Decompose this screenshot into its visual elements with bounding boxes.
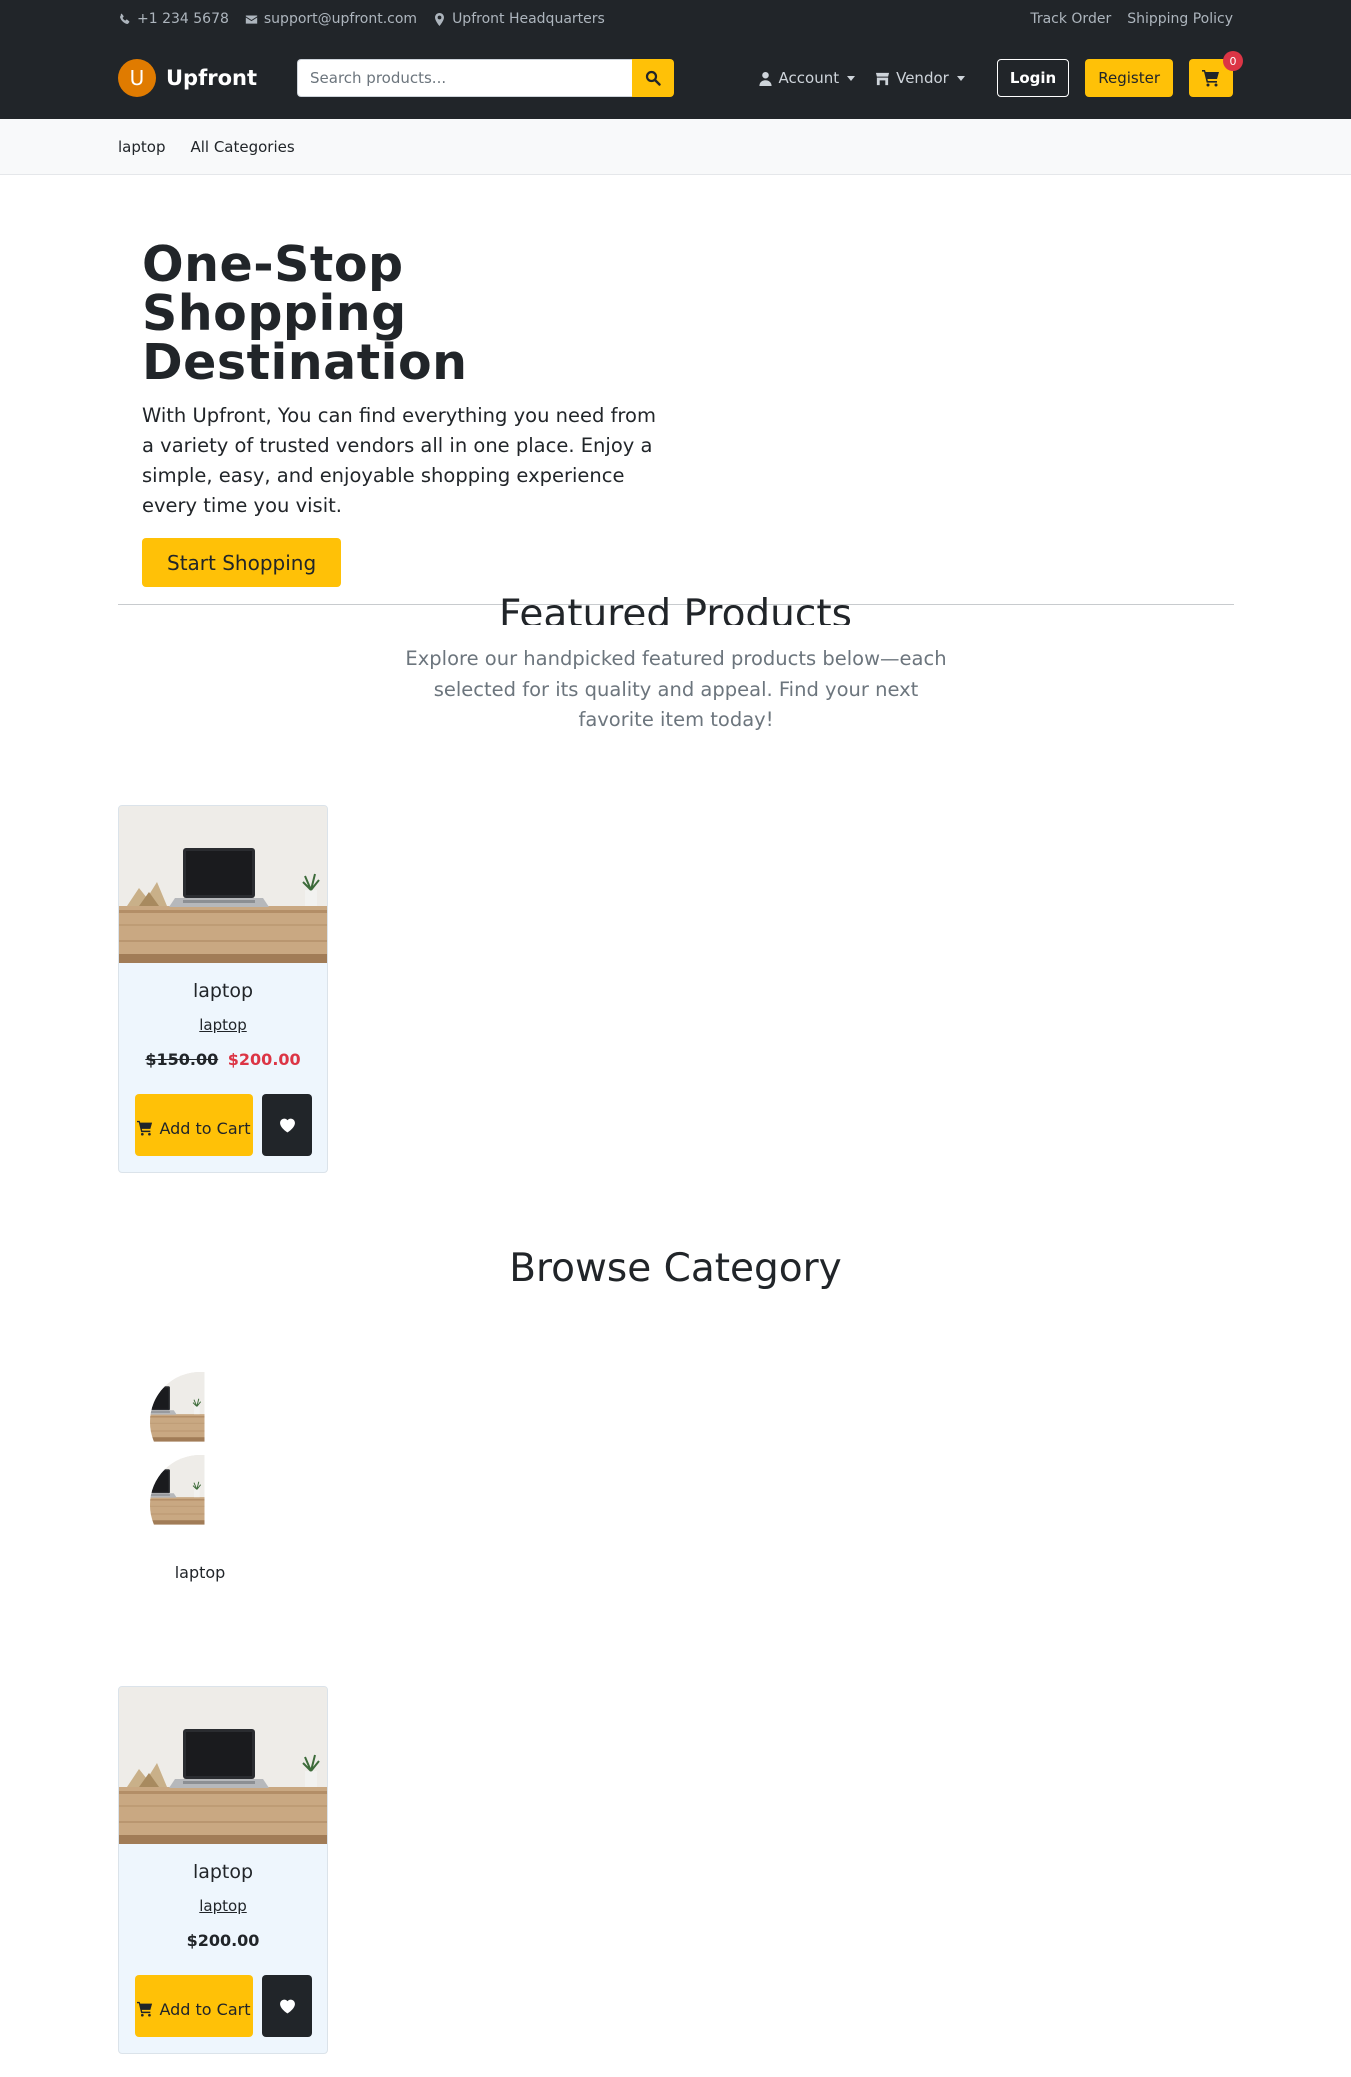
product-name[interactable]: laptop	[119, 980, 327, 1002]
add-to-cart-button[interactable]: Add to Cart	[135, 1975, 253, 2037]
brand-name: Upfront	[166, 66, 257, 90]
account-dropdown[interactable]: Account	[758, 69, 856, 87]
nav-actions: Account Vendor Login Register 0	[758, 51, 1243, 97]
cart-button[interactable]: 0	[1189, 51, 1243, 97]
user-icon	[758, 71, 772, 86]
category-link-all[interactable]: All Categories	[190, 138, 294, 156]
top-info-bar: +1 234 5678 support@upfront.com Upfront …	[118, 0, 1233, 38]
hero-title: One-Stop Shopping Destination	[142, 236, 468, 391]
category-link-laptop[interactable]: laptop	[118, 138, 165, 156]
brand-logo[interactable]: U Upfront	[118, 59, 257, 97]
featured-title: Featured Products	[499, 592, 852, 625]
category-nav: laptop All Categories	[0, 119, 1351, 175]
top-links: Track Order Shipping Policy	[1030, 11, 1233, 27]
account-label: Account	[778, 69, 840, 87]
map-marker-icon	[435, 12, 445, 26]
category-image[interactable]	[150, 1455, 250, 1555]
card-actions: Add to Cart	[135, 1094, 312, 1156]
sale-price: $200.00	[227, 1050, 301, 1069]
location-text: Upfront Headquarters	[452, 11, 605, 27]
product-category-link[interactable]: laptop	[119, 1016, 327, 1034]
price-row: $150.00 $200.00	[119, 1050, 327, 1069]
featured-subtitle: Explore our handpicked featured products…	[405, 647, 947, 731]
hero-text: With Upfront, You can find everything yo…	[142, 404, 656, 517]
wishlist-button[interactable]	[262, 1975, 312, 2037]
contact-info: +1 234 5678 support@upfront.com Upfront …	[118, 11, 605, 27]
product-name[interactable]: laptop	[119, 1861, 327, 1883]
featured-product-card[interactable]: laptop laptop $150.00 $200.00 Add to Car…	[118, 805, 328, 1173]
email-info: support@upfront.com	[245, 11, 417, 27]
main-nav: U Upfront Account Vendor Login Register	[118, 51, 1243, 98]
product-image[interactable]	[119, 1687, 327, 1844]
location-info: Upfront Headquarters	[433, 11, 605, 27]
old-price: $150.00	[145, 1050, 219, 1069]
category-label[interactable]: laptop	[150, 1563, 250, 1582]
phone-text: +1 234 5678	[137, 11, 229, 27]
search-icon	[645, 70, 661, 86]
add-to-cart-label: Add to Cart	[159, 2000, 251, 2019]
cart-count-badge: 0	[1223, 51, 1243, 71]
search-button[interactable]	[632, 59, 674, 97]
heart-icon	[279, 1999, 295, 2013]
phone-info: +1 234 5678	[118, 11, 229, 27]
cart-icon	[137, 1120, 153, 1136]
start-shopping-button[interactable]: Start Shopping	[142, 538, 342, 587]
phone-icon	[120, 13, 130, 24]
site-header: +1 234 5678 support@upfront.com Upfront …	[0, 0, 1351, 119]
search-input[interactable]	[297, 59, 632, 97]
category-tile-laptop[interactable]: laptop	[150, 1372, 250, 1582]
store-icon	[876, 72, 890, 85]
vendor-label: Vendor	[896, 69, 949, 87]
email-text: support@upfront.com	[263, 11, 418, 27]
browse-category-title: Browse Category	[509, 1246, 842, 1291]
heart-icon	[279, 1118, 295, 1132]
track-order-link[interactable]: Track Order	[1030, 11, 1111, 27]
product-card[interactable]: laptop laptop $200.00 Add to Cart	[118, 1686, 328, 2054]
chevron-down-icon	[956, 75, 965, 81]
envelope-icon	[245, 14, 258, 24]
card-actions: Add to Cart	[135, 1975, 312, 2037]
logo-badge: U	[118, 59, 156, 97]
cart-icon	[137, 2001, 153, 2017]
wishlist-button[interactable]	[262, 1094, 312, 1156]
add-to-cart-label: Add to Cart	[159, 1119, 251, 1138]
cart-icon	[1202, 70, 1219, 87]
register-button[interactable]: Register	[1085, 59, 1173, 97]
vendor-dropdown[interactable]: Vendor	[875, 69, 965, 87]
product-category-link[interactable]: laptop	[119, 1897, 327, 1915]
product-image[interactable]	[119, 806, 327, 963]
hero-section: One-Stop Shopping Destination With Upfro…	[142, 240, 672, 587]
search-form	[297, 59, 674, 97]
price: $200.00	[186, 1931, 260, 1950]
price-row: $200.00	[119, 1931, 327, 1950]
shipping-policy-link[interactable]: Shipping Policy	[1127, 11, 1233, 27]
chevron-down-icon	[847, 75, 856, 81]
add-to-cart-button[interactable]: Add to Cart	[135, 1094, 253, 1156]
login-button[interactable]: Login	[996, 59, 1070, 97]
